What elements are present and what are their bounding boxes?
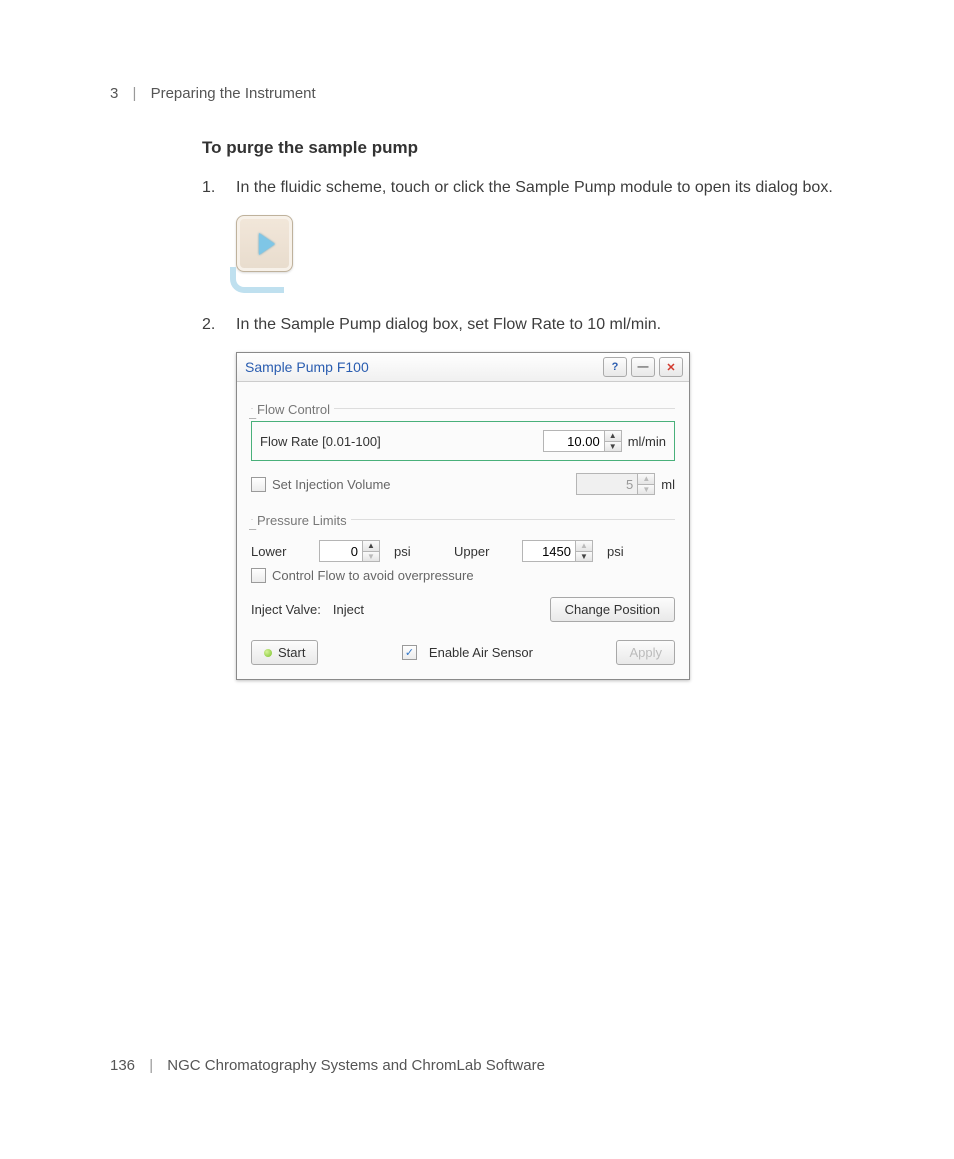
dialog-titlebar: Sample Pump F100 ? — ✕ [237, 353, 689, 382]
step-1-text: In the fluidic scheme, touch or click th… [236, 176, 842, 199]
upper-pressure-unit: psi [607, 544, 624, 559]
chapter-number: 3 [110, 85, 118, 102]
start-button[interactable]: Start [251, 640, 318, 665]
dialog-help-button[interactable]: ? [603, 357, 627, 377]
flow-rate-down-icon[interactable]: ▼ [605, 441, 621, 452]
upper-pressure-spinner[interactable]: ▲ ▼ [522, 540, 593, 562]
upper-pressure-input[interactable] [522, 540, 576, 562]
tubing-icon [230, 267, 284, 293]
upper-pressure-down-icon[interactable]: ▼ [576, 551, 592, 562]
flow-rate-input[interactable] [543, 430, 605, 452]
change-position-button[interactable]: Change Position [550, 597, 675, 622]
page-number: 136 [110, 1057, 135, 1074]
pressure-limits-label: Pressure Limits [253, 513, 351, 528]
step-2-text: In the Sample Pump dialog box, set Flow … [236, 313, 842, 336]
set-injection-volume-label: Set Injection Volume [272, 477, 576, 492]
control-flow-checkbox[interactable] [251, 568, 266, 583]
page-header: 3 | Preparing the Instrument [110, 85, 854, 102]
pressure-values-row: Lower ▲ ▼ psi Upper [251, 540, 675, 562]
flow-rate-spinner[interactable]: ▲ ▼ [543, 430, 622, 452]
injection-volume-up-icon[interactable]: ▲ [638, 474, 654, 484]
set-injection-volume-row: Set Injection Volume ▲ ▼ ml [251, 473, 675, 495]
step-2: 2. In the Sample Pump dialog box, set Fl… [202, 313, 842, 336]
header-separator: | [133, 85, 137, 102]
set-injection-volume-checkbox[interactable] [251, 477, 266, 492]
step-1-number: 1. [202, 176, 236, 199]
dialog-bottom-row: Start Enable Air Sensor Apply [251, 640, 675, 665]
injection-volume-down-icon[interactable]: ▼ [638, 484, 654, 495]
section-title: To purge the sample pump [202, 138, 842, 158]
flow-rate-up-icon[interactable]: ▲ [605, 431, 621, 441]
injection-volume-unit: ml [661, 477, 675, 492]
upper-pressure-up-icon[interactable]: ▲ [576, 541, 592, 551]
apply-button[interactable]: Apply [616, 640, 675, 665]
sample-pump-module-button[interactable] [236, 215, 293, 272]
footer-separator: | [149, 1057, 153, 1074]
lower-pressure-label: Lower [251, 544, 311, 559]
start-button-label: Start [278, 645, 305, 660]
control-flow-row: Control Flow to avoid overpressure [251, 568, 675, 583]
lower-pressure-up-icon[interactable]: ▲ [363, 541, 379, 551]
flow-rate-label: Flow Rate [0.01-100] [260, 434, 543, 449]
dialog-close-button[interactable]: ✕ [659, 357, 683, 377]
lower-pressure-input[interactable] [319, 540, 363, 562]
page-footer: 136 | NGC Chromatography Systems and Chr… [110, 1057, 545, 1074]
enable-air-sensor-checkbox[interactable] [402, 645, 417, 660]
upper-pressure-label: Upper [454, 544, 514, 559]
chapter-title: Preparing the Instrument [151, 85, 316, 102]
control-flow-label: Control Flow to avoid overpressure [272, 568, 474, 583]
flow-control-label: Flow Control [253, 402, 334, 417]
inject-valve-row: Inject Valve: Inject Change Position [251, 597, 675, 622]
flow-rate-unit: ml/min [628, 434, 666, 449]
start-indicator-icon [264, 649, 272, 657]
inject-valve-label: Inject Valve: [251, 602, 321, 617]
injection-volume-input[interactable] [576, 473, 638, 495]
step-2-number: 2. [202, 313, 236, 336]
pressure-limits-group: – Pressure Limits Lower ▲ ▼ psi [251, 509, 675, 583]
play-icon [259, 233, 275, 255]
step-1: 1. In the fluidic scheme, touch or click… [202, 176, 842, 199]
flow-rate-row: Flow Rate [0.01-100] ▲ ▼ ml/min [251, 421, 675, 461]
lower-pressure-down-icon[interactable]: ▼ [363, 551, 379, 562]
flow-control-group: – Flow Control Flow Rate [0.01-100] ▲ ▼ [251, 398, 675, 495]
enable-air-sensor-label: Enable Air Sensor [429, 645, 533, 660]
lower-pressure-spinner[interactable]: ▲ ▼ [319, 540, 380, 562]
sample-pump-dialog: Sample Pump F100 ? — ✕ – Flow Control Fl… [236, 352, 690, 680]
dialog-title: Sample Pump F100 [243, 359, 599, 375]
sample-pump-module-figure [236, 215, 842, 293]
lower-pressure-unit: psi [394, 544, 428, 559]
injection-volume-spinner[interactable]: ▲ ▼ [576, 473, 655, 495]
dialog-minimize-button[interactable]: — [631, 357, 655, 377]
inject-valve-value: Inject [333, 602, 550, 617]
doc-title: NGC Chromatography Systems and ChromLab … [167, 1057, 545, 1074]
